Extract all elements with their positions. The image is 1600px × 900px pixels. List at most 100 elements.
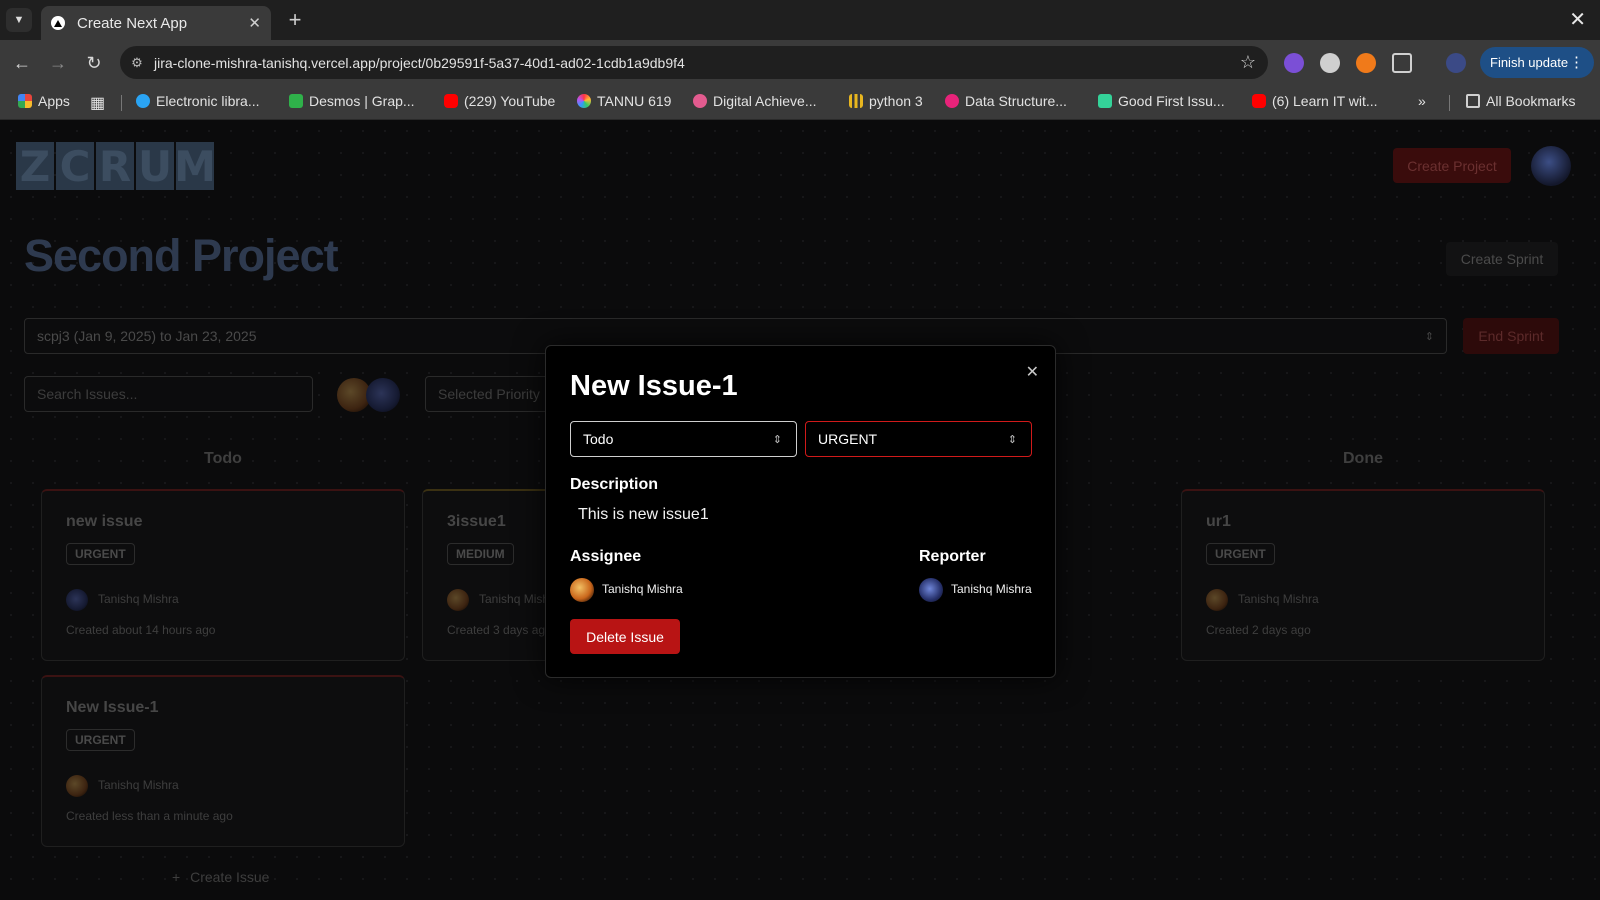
plus-icon: +	[172, 869, 181, 885]
bookmark-learn-it[interactable]: (6) Learn IT wit...	[1252, 93, 1378, 109]
window-close-button[interactable]: ✕	[1569, 7, 1586, 32]
tab-title: Create Next App	[77, 14, 188, 32]
chart-icon	[849, 94, 863, 108]
bookmark-digital-achievements[interactable]: Digital Achieve...	[693, 93, 817, 109]
assignee-filter-avatar[interactable]	[366, 378, 400, 412]
back-arrow-icon[interactable]: ←	[10, 51, 34, 75]
issue-card-created: Created about 14 hours ago	[66, 623, 216, 637]
browser-tabstrip: ▼ Create Next App ✕ + ✕	[0, 0, 1600, 40]
issue-card-created: Created 3 days ag	[447, 623, 546, 637]
priority-badge: URGENT	[1206, 543, 1275, 565]
bookmark-separator	[1449, 95, 1450, 111]
avatar	[66, 589, 88, 611]
bookmarks-bar: Apps ▦ Electronic libra... Desmos | Grap…	[0, 85, 1600, 120]
bookmark-label: Apps	[38, 93, 70, 109]
priority-select[interactable]: URGENT ⇕	[805, 421, 1032, 457]
bookmark-desmos[interactable]: Desmos | Grap...	[289, 93, 415, 109]
chevron-updown-icon: ⇕	[1424, 330, 1434, 343]
all-bookmarks-folder[interactable]: All Bookmarks	[1466, 93, 1575, 109]
bookmark-apps[interactable]: Apps	[18, 93, 70, 109]
logo-letter: U	[136, 141, 174, 191]
profile-avatar-icon[interactable]	[1446, 53, 1466, 73]
extension-sun-icon[interactable]	[1356, 53, 1376, 73]
status-select[interactable]: Todo ⇕	[570, 421, 797, 457]
create-sprint-button[interactable]: Create Sprint	[1446, 242, 1558, 276]
browser-toolbar: ← → ↻ ⚙ jira-clone-mishra-tanishq.vercel…	[0, 40, 1600, 85]
tab-groups-icon[interactable]: ▦	[90, 93, 105, 113]
bookmark-separator	[121, 95, 122, 111]
avatar	[1206, 589, 1228, 611]
bookmark-label: Good First Issu...	[1118, 93, 1225, 109]
finish-update-button[interactable]: Finish update ⋮	[1480, 47, 1594, 78]
end-sprint-button[interactable]: End Sprint	[1463, 318, 1559, 354]
status-select-value: Todo	[583, 431, 614, 447]
create-issue-button[interactable]: + Create Issue	[172, 869, 269, 885]
priority-badge: MEDIUM	[447, 543, 514, 565]
more-menu-icon[interactable]: ⋮	[1569, 53, 1584, 71]
url-text[interactable]: jira-clone-mishra-tanishq.vercel.app/pro…	[154, 55, 1228, 71]
search-issues-input[interactable]: Search Issues...	[24, 376, 313, 412]
bookmark-tannu[interactable]: TANNU 619	[577, 93, 671, 109]
issue-card[interactable]: new issue URGENT Tanishq Mishra Created …	[41, 489, 405, 661]
bookmark-python[interactable]: python 3	[849, 93, 923, 109]
bookmark-youtube[interactable]: (229) YouTube	[444, 93, 555, 109]
reporter-name: Tanishq Mishra	[951, 582, 1032, 596]
description-label: Description	[570, 476, 659, 493]
logo-letter: R	[96, 142, 134, 191]
issue-detail-modal: ✕ New Issue-1 Todo ⇕ URGENT ⇕ Descriptio…	[545, 345, 1056, 678]
extensions-puzzle-icon[interactable]	[1392, 53, 1412, 73]
browser-tab[interactable]: Create Next App ✕	[41, 6, 271, 40]
zcrum-logo[interactable]: Z C R U M	[16, 141, 216, 191]
create-project-button[interactable]: Create Project	[1393, 148, 1511, 183]
pink-circle-icon	[945, 94, 959, 108]
new-tab-button[interactable]: +	[282, 7, 308, 32]
issue-card-created: Created 2 days ago	[1206, 623, 1311, 637]
reload-icon[interactable]: ↻	[82, 51, 106, 75]
chevron-updown-icon: ⇕	[1007, 433, 1017, 446]
extension-glasses-icon[interactable]	[1320, 53, 1340, 73]
user-avatar[interactable]	[1531, 146, 1571, 186]
priority-filter-select[interactable]: Selected Priority	[425, 376, 555, 412]
delete-issue-button[interactable]: Delete Issue	[570, 619, 680, 654]
assignee-label: Assignee	[570, 548, 642, 565]
bookmark-good-first-issue[interactable]: Good First Issu...	[1098, 93, 1225, 109]
tab-close-icon[interactable]: ✕	[248, 14, 261, 32]
description-text[interactable]: This is new issue1	[578, 506, 709, 524]
issue-card-user: Tanishq Mishra	[98, 778, 179, 792]
bookmark-electronic-library[interactable]: Electronic libra...	[136, 93, 259, 109]
address-bar[interactable]: ⚙ jira-clone-mishra-tanishq.vercel.app/p…	[120, 46, 1268, 79]
chevron-updown-icon: ⇕	[772, 433, 782, 446]
bookmark-label: Digital Achieve...	[713, 93, 817, 109]
logo-letter: Z	[16, 142, 54, 191]
tab-search-button[interactable]: ▼	[6, 8, 32, 32]
reporter-label: Reporter	[919, 548, 986, 565]
site-settings-icon[interactable]: ⚙	[120, 55, 154, 71]
chevron-down-icon: ▼	[13, 14, 25, 26]
issue-card-user: Tanishq Mish	[479, 592, 550, 606]
bookmark-label: All Bookmarks	[1486, 93, 1576, 109]
issue-card[interactable]: New Issue-1 URGENT Tanishq Mishra Create…	[41, 675, 405, 847]
forward-arrow-icon[interactable]: →	[46, 51, 70, 75]
sprint-select-value: scpj3 (Jan 9, 2025) to Jan 23, 2025	[37, 328, 257, 344]
bookmark-data-structures[interactable]: Data Structure...	[945, 93, 1067, 109]
avatar	[447, 589, 469, 611]
bookmark-label: python 3	[869, 93, 923, 109]
issue-card-title: ur1	[1206, 513, 1231, 530]
column-title-done: Done	[1343, 450, 1383, 467]
issue-card[interactable]: ur1 URGENT Tanishq Mishra Created 2 days…	[1181, 489, 1545, 661]
bookmark-label: Electronic libra...	[156, 93, 260, 109]
extension-purple-icon[interactable]	[1284, 53, 1304, 73]
rainbow-icon	[577, 94, 591, 108]
desmos-icon	[289, 94, 303, 108]
bookmark-label: TANNU 619	[597, 93, 672, 109]
issue-card-created: Created less than a minute ago	[66, 809, 233, 823]
project-title: Second Project	[24, 230, 339, 281]
logo-letter: M	[174, 141, 216, 191]
bookmark-star-icon[interactable]: ☆	[1228, 52, 1268, 73]
more-bookmarks-chevron-icon[interactable]: »	[1418, 93, 1426, 109]
reporter-avatar	[919, 578, 943, 602]
close-icon[interactable]: ✕	[1026, 362, 1039, 382]
priority-select-value: URGENT	[818, 431, 878, 447]
badge-icon	[693, 94, 707, 108]
bookmark-label: (6) Learn IT wit...	[1272, 93, 1378, 109]
